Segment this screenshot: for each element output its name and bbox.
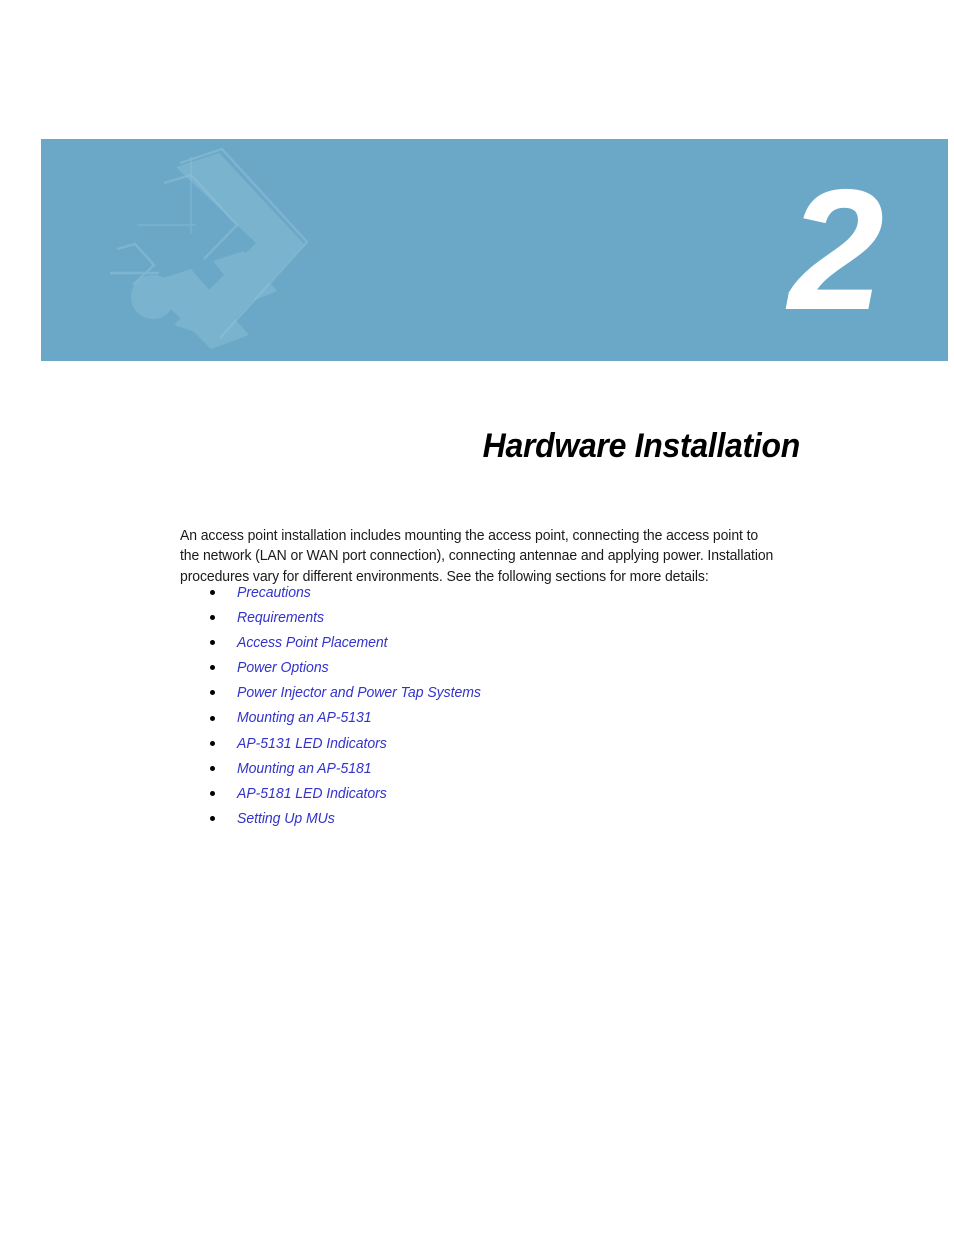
document-page: 2 Hardware Installation An access point …	[0, 0, 954, 1235]
bullet-icon	[210, 790, 215, 796]
bullet-icon	[210, 590, 215, 596]
bullet-icon	[210, 690, 215, 696]
list-item: Power Injector and Power Tap Systems	[206, 680, 806, 705]
section-link-requirements[interactable]: Requirements	[237, 606, 324, 631]
section-link-power-injector-and-power-tap-systems[interactable]: Power Injector and Power Tap Systems	[237, 681, 481, 706]
bullet-icon	[210, 740, 215, 746]
page-title: Hardware Installation	[482, 426, 801, 465]
bullet-icon	[210, 765, 215, 771]
bullet-icon	[210, 665, 215, 671]
list-item: Setting Up MUs	[206, 806, 806, 831]
bullet-icon	[210, 715, 215, 721]
list-item: Access Point Placement	[206, 630, 806, 655]
list-item: Precautions	[206, 580, 806, 605]
chapter-number: 2	[788, 154, 884, 346]
section-link-mounting-an-ap-5181[interactable]: Mounting an AP-5181	[237, 757, 372, 782]
bullet-icon	[210, 640, 215, 646]
section-link-ap-5181-led-indicators[interactable]: AP-5181 LED Indicators	[237, 782, 387, 807]
list-item: Mounting an AP-5181	[206, 756, 806, 781]
section-link-setting-up-mus[interactable]: Setting Up MUs	[237, 807, 335, 832]
bullet-icon	[210, 615, 215, 621]
section-link-access-point-placement[interactable]: Access Point Placement	[237, 631, 388, 656]
section-link-mounting-an-ap-5131[interactable]: Mounting an AP-5131	[237, 706, 372, 731]
section-link-ap-5131-led-indicators[interactable]: AP-5131 LED Indicators	[237, 732, 387, 757]
list-item: Power Options	[206, 655, 806, 680]
list-item: AP-5181 LED Indicators	[206, 781, 806, 806]
section-link-list: Precautions Requirements Access Point Pl…	[206, 580, 806, 831]
list-item: Mounting an AP-5131	[206, 705, 806, 730]
list-item: Requirements	[206, 605, 806, 630]
chapter-banner: 2	[41, 139, 948, 361]
list-item: AP-5131 LED Indicators	[206, 731, 806, 756]
section-link-precautions[interactable]: Precautions	[237, 581, 311, 606]
section-link-power-options[interactable]: Power Options	[237, 656, 329, 681]
intro-paragraph: An access point installation includes mo…	[180, 527, 774, 585]
bullet-icon	[210, 815, 215, 821]
